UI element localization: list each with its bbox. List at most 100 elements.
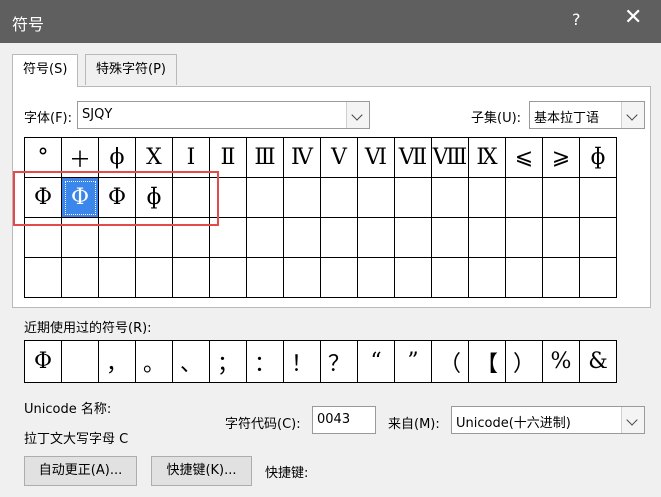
char-code-label: 字符代码(C):: [225, 417, 301, 432]
recent-symbol-cell[interactable]: %: [543, 341, 580, 383]
symbol-cell[interactable]: [506, 218, 543, 258]
recent-symbol-cell[interactable]: ，: [99, 341, 136, 383]
symbol-cell[interactable]: [99, 258, 136, 298]
symbol-cell[interactable]: [580, 178, 617, 218]
symbol-cell[interactable]: Φ: [25, 178, 62, 218]
symbol-cell[interactable]: [284, 258, 321, 298]
recent-symbol-cell[interactable]: ？: [321, 341, 358, 383]
recent-symbol-cell[interactable]: ”: [395, 341, 432, 383]
symbol-cell[interactable]: ⩽: [506, 138, 543, 178]
symbol-grid: ° ＋ ϕ Ⅹ Ⅰ Ⅱ Ⅲ Ⅳ Ⅴ Ⅵ Ⅶ Ⅷ Ⅸ ⩽ ⩾ ɸ Φ Φ Φɸ: [24, 137, 617, 298]
char-code-input[interactable]: 0043: [312, 406, 376, 434]
recent-symbol-cell[interactable]: 。: [136, 341, 173, 383]
from-dropdown[interactable]: Unicode(十六进制): [451, 406, 645, 434]
recent-symbol-cell[interactable]: （: [432, 341, 469, 383]
symbol-cell[interactable]: Ⅸ: [469, 138, 506, 178]
symbol-cell[interactable]: [284, 178, 321, 218]
symbol-cell[interactable]: [247, 218, 284, 258]
help-icon[interactable]: ?: [572, 10, 581, 29]
symbol-cell[interactable]: [247, 178, 284, 218]
symbol-cell[interactable]: Ⅲ: [247, 138, 284, 178]
font-value: SJQY: [82, 107, 113, 122]
symbol-cell[interactable]: [247, 258, 284, 298]
autocorrect-button[interactable]: 自动更正(A)...: [24, 456, 137, 486]
unicode-name-label: Unicode 名称:: [24, 402, 112, 417]
symbol-cell[interactable]: [580, 258, 617, 298]
font-dropdown[interactable]: SJQY: [77, 101, 370, 129]
symbol-cell[interactable]: Ⅴ: [321, 138, 358, 178]
symbol-cell[interactable]: Ⅱ: [210, 138, 247, 178]
symbol-cell[interactable]: ɸ: [580, 138, 617, 178]
recent-symbol-cell[interactable]: [62, 341, 99, 383]
symbol-cell[interactable]: [136, 258, 173, 298]
symbol-cell[interactable]: ⩾: [543, 138, 580, 178]
symbol-cell[interactable]: [284, 218, 321, 258]
symbol-cell[interactable]: [358, 178, 395, 218]
symbol-cell[interactable]: [321, 218, 358, 258]
symbol-cell[interactable]: [173, 178, 210, 218]
symbol-cell[interactable]: [543, 218, 580, 258]
symbol-cell[interactable]: Φ: [99, 178, 136, 218]
symbol-cell[interactable]: Ⅳ: [284, 138, 321, 178]
symbol-cell[interactable]: [210, 178, 247, 218]
symbol-cell[interactable]: [432, 178, 469, 218]
symbol-cell[interactable]: [173, 218, 210, 258]
symbol-cell-selected[interactable]: Φ: [62, 178, 99, 218]
close-icon[interactable]: ✕: [624, 7, 642, 29]
symbol-cell[interactable]: [469, 258, 506, 298]
recent-symbol-cell[interactable]: 【: [469, 341, 506, 383]
symbol-cell[interactable]: [580, 218, 617, 258]
symbol-cell[interactable]: Ⅵ: [358, 138, 395, 178]
subset-dropdown[interactable]: 基本拉丁语: [529, 101, 645, 129]
subset-value: 基本拉丁语: [534, 111, 600, 126]
symbol-cell[interactable]: [358, 218, 395, 258]
from-label: 来自(M):: [388, 417, 440, 432]
symbol-cell[interactable]: [432, 258, 469, 298]
chevron-down-icon[interactable]: [621, 102, 644, 128]
chevron-down-icon[interactable]: [621, 407, 644, 433]
symbol-cell[interactable]: Ⅰ: [173, 138, 210, 178]
tab-symbols[interactable]: 符号(S): [12, 54, 79, 87]
symbol-cell[interactable]: [469, 178, 506, 218]
symbol-cell[interactable]: ɸ: [136, 178, 173, 218]
symbol-cell[interactable]: [543, 258, 580, 298]
recent-symbol-cell[interactable]: Φ: [25, 341, 62, 383]
symbol-cell[interactable]: [25, 258, 62, 298]
symbol-cell[interactable]: [469, 218, 506, 258]
symbol-cell[interactable]: °: [25, 138, 62, 178]
recent-symbol-cell[interactable]: 、: [173, 341, 210, 383]
symbol-cell[interactable]: ＋: [62, 138, 99, 178]
symbol-cell[interactable]: [136, 218, 173, 258]
symbol-cell[interactable]: [210, 258, 247, 298]
symbol-cell[interactable]: [25, 218, 62, 258]
shortcut-label: 快捷键:: [265, 466, 309, 481]
symbol-cell[interactable]: [432, 218, 469, 258]
symbol-cell[interactable]: [62, 258, 99, 298]
symbol-cell[interactable]: [543, 178, 580, 218]
symbol-cell[interactable]: Ⅷ: [432, 138, 469, 178]
symbol-cell[interactable]: Ⅶ: [395, 138, 432, 178]
tab-special-characters[interactable]: 特殊字符(P): [85, 54, 177, 85]
symbol-cell[interactable]: [395, 218, 432, 258]
symbol-cell[interactable]: [173, 258, 210, 298]
recent-symbol-cell[interactable]: ；: [210, 341, 247, 383]
recent-symbol-cell[interactable]: ）: [506, 341, 543, 383]
symbol-cell[interactable]: [99, 218, 136, 258]
symbol-cell[interactable]: [395, 178, 432, 218]
recent-symbol-cell[interactable]: ！: [284, 341, 321, 383]
symbol-cell[interactable]: [506, 258, 543, 298]
symbol-cell[interactable]: [210, 218, 247, 258]
symbol-cell[interactable]: [358, 258, 395, 298]
recent-symbol-cell[interactable]: “: [358, 341, 395, 383]
recent-symbol-cell[interactable]: ：: [247, 341, 284, 383]
symbol-cell[interactable]: ϕ: [99, 138, 136, 178]
symbol-cell[interactable]: Ⅹ: [136, 138, 173, 178]
symbol-cell[interactable]: [506, 178, 543, 218]
chevron-down-icon[interactable]: [346, 102, 369, 128]
shortcut-key-button[interactable]: 快捷键(K)...: [151, 456, 252, 486]
symbol-cell[interactable]: [321, 258, 358, 298]
symbol-cell[interactable]: [321, 178, 358, 218]
symbol-cell[interactable]: [62, 218, 99, 258]
symbol-cell[interactable]: [395, 258, 432, 298]
recent-symbol-cell[interactable]: &: [580, 341, 617, 383]
